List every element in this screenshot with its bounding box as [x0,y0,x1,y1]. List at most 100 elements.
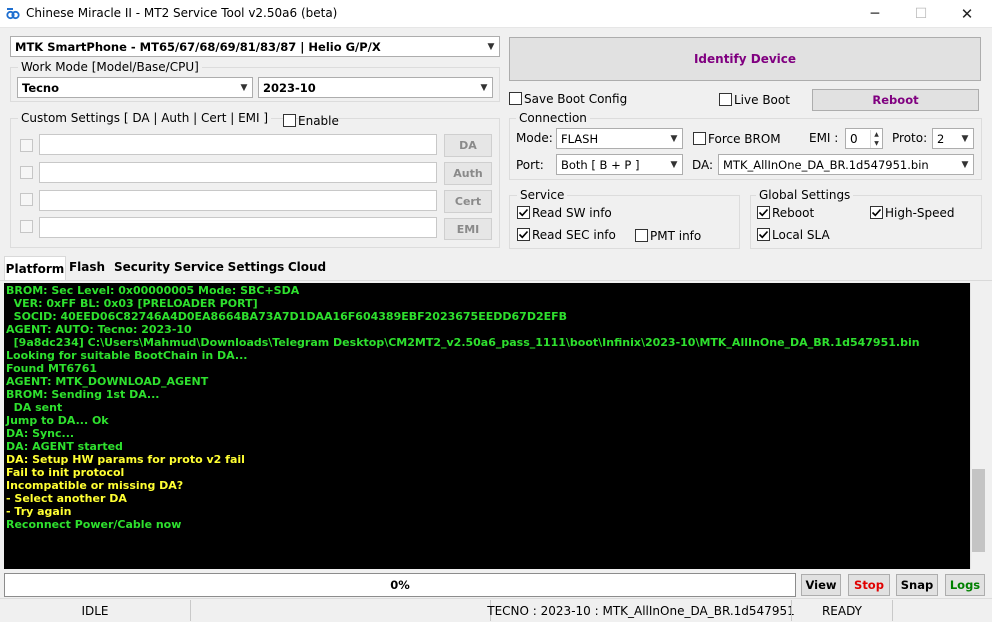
enable-checkbox[interactable] [283,114,296,127]
status-state: IDLE [81,603,109,618]
local-sla-checkbox[interactable] [757,228,770,241]
cert-checkbox[interactable] [20,193,33,206]
log-line: BROM: Sec Level: 0x00000005 Mode: SBC+SD… [6,284,300,297]
platform-select[interactable]: MTK SmartPhone - MT65/67/68/69/81/83/87 … [10,36,500,57]
custom-settings-title: Custom Settings [ DA | Auth | Cert | EMI… [18,111,272,125]
local-sla-label: Local SLA [772,228,830,242]
tab-platform[interactable]: Platform [4,256,66,280]
high-speed-checkbox[interactable] [870,206,883,219]
live-boot-checkbox[interactable] [719,93,732,106]
da-label: DA: [692,158,714,172]
mode-label: Mode: [516,131,553,145]
da-checkbox[interactable] [20,139,33,152]
log-scrollbar-thumb[interactable] [972,469,985,552]
maximize-button[interactable]: ☐ [898,0,944,28]
reboot-checkbox-label: Reboot [772,206,815,220]
tab-settings[interactable]: Settings [228,257,284,277]
chevron-down-icon: ▼ [961,159,969,170]
read-sec-info-checkbox[interactable] [517,228,530,241]
auth-checkbox[interactable] [20,166,33,179]
live-boot-label: Live Boot [734,93,790,107]
connection-title: Connection [516,111,590,125]
read-sw-info-checkbox[interactable] [517,206,530,219]
cert-browse-button[interactable]: Cert [444,190,492,213]
da-select[interactable]: MTK_AllInOne_DA_BR.1d547951.bin ▼ [718,154,974,175]
log-line: Reconnect Power/Cable now [6,518,182,531]
log-line: SOCID: 40EED06C82746A4D0EA8664BA73A7D1DA… [6,310,568,323]
proto-label: Proto: [892,131,928,145]
emi-path-field[interactable] [39,217,437,238]
log-line: DA: Setup HW params for proto v2 fail [6,453,245,466]
enable-label: Enable [298,114,339,128]
checkmark-icon [518,230,529,239]
tab-cloud[interactable]: Cloud [287,257,327,277]
log-line: Looking for suitable BootChain in DA... [6,349,248,362]
snap-button[interactable]: Snap [896,574,938,596]
stepper-down-icon[interactable]: ▼ [871,139,882,148]
stepper-up-icon[interactable]: ▲ [871,130,882,139]
chevron-down-icon: ▼ [670,133,678,144]
view-button[interactable]: View [801,574,841,596]
reboot-button-label: Reboot [872,93,919,107]
log-line: [9a8dc234] C:\Users\Mahmud\Downloads\Tel… [6,336,920,349]
progress-bar: 0% [4,573,796,597]
status-ready: READY [821,603,863,618]
read-sw-info-label: Read SW info [532,206,612,220]
chevron-down-icon: ▼ [961,133,969,144]
log-line: VER: 0xFF BL: 0x03 [PRELOADER PORT] [6,297,258,310]
proto-select-value: 2 [937,131,945,146]
chevron-down-icon: ▼ [480,82,488,93]
emi-browse-button[interactable]: EMI [444,218,492,240]
checkmark-icon [518,208,529,217]
close-button[interactable]: ✕ [944,0,990,28]
stop-button[interactable]: Stop [848,574,890,596]
reboot-checkbox[interactable] [757,206,770,219]
save-boot-config-label: Save Boot Config [524,92,628,106]
window-title: Chinese Miracle II - MT2 Service Tool v2… [26,6,338,20]
identify-device-button[interactable]: Identify Device [509,37,981,81]
tab-strip-border [0,280,992,281]
mode-select[interactable]: FLASH ▼ [556,128,683,149]
status-separator [892,600,893,621]
log-line: DA sent [6,401,63,414]
proto-select[interactable]: 2 ▼ [932,128,974,149]
port-select-value: Both [ B + P ] [561,157,640,172]
global-settings-title: Global Settings [756,188,854,202]
log-line: Incompatible or missing DA? [6,479,184,492]
da-browse-button[interactable]: DA [444,134,492,157]
emi-label: EMI : [809,131,839,145]
mode-select-value: FLASH [561,131,599,146]
emi-stepper[interactable]: 0 ▲ ▼ [845,128,883,149]
minimize-button[interactable]: ─ [852,0,898,28]
brand-select[interactable]: Tecno ▼ [17,77,253,98]
brand-select-value: Tecno [22,80,60,95]
pmt-info-checkbox[interactable] [635,229,648,242]
checkmark-icon [758,208,769,217]
status-separator [190,600,191,621]
tab-service[interactable]: Service [174,257,224,277]
progress-label: 0% [390,578,410,592]
cert-path-field[interactable] [39,190,437,211]
log-line: DA: Sync... [6,427,75,440]
log-console[interactable]: BROM: Sec Level: 0x00000005 Mode: SBC+SD… [4,283,970,569]
log-line: Found MT6761 [6,362,98,375]
tab-flash[interactable]: Flash [68,257,106,277]
work-mode-title: Work Mode [Model/Base/CPU] [18,60,202,74]
da-path-field[interactable] [39,134,437,155]
save-boot-config-checkbox[interactable] [509,92,522,105]
base-select[interactable]: 2023-10 ▼ [258,77,493,98]
chevron-down-icon: ▼ [487,41,495,52]
log-line: BROM: Sending 1st DA... [6,388,160,401]
emi-checkbox[interactable] [20,220,33,233]
log-line: AGENT: AUTO: Tecno: 2023-10 [6,323,192,336]
port-select[interactable]: Both [ B + P ] ▼ [556,154,683,175]
log-line: AGENT: MTK_DOWNLOAD_AGENT [6,375,209,388]
tab-security[interactable]: Security [113,257,171,277]
force-brom-checkbox[interactable] [693,132,706,145]
service-title: Service [517,188,568,202]
log-line: Fail to init protocol [6,466,125,479]
auth-path-field[interactable] [39,162,437,183]
auth-browse-button[interactable]: Auth [444,162,492,185]
logs-button[interactable]: Logs [945,574,985,596]
reboot-button[interactable]: Reboot [812,89,979,111]
